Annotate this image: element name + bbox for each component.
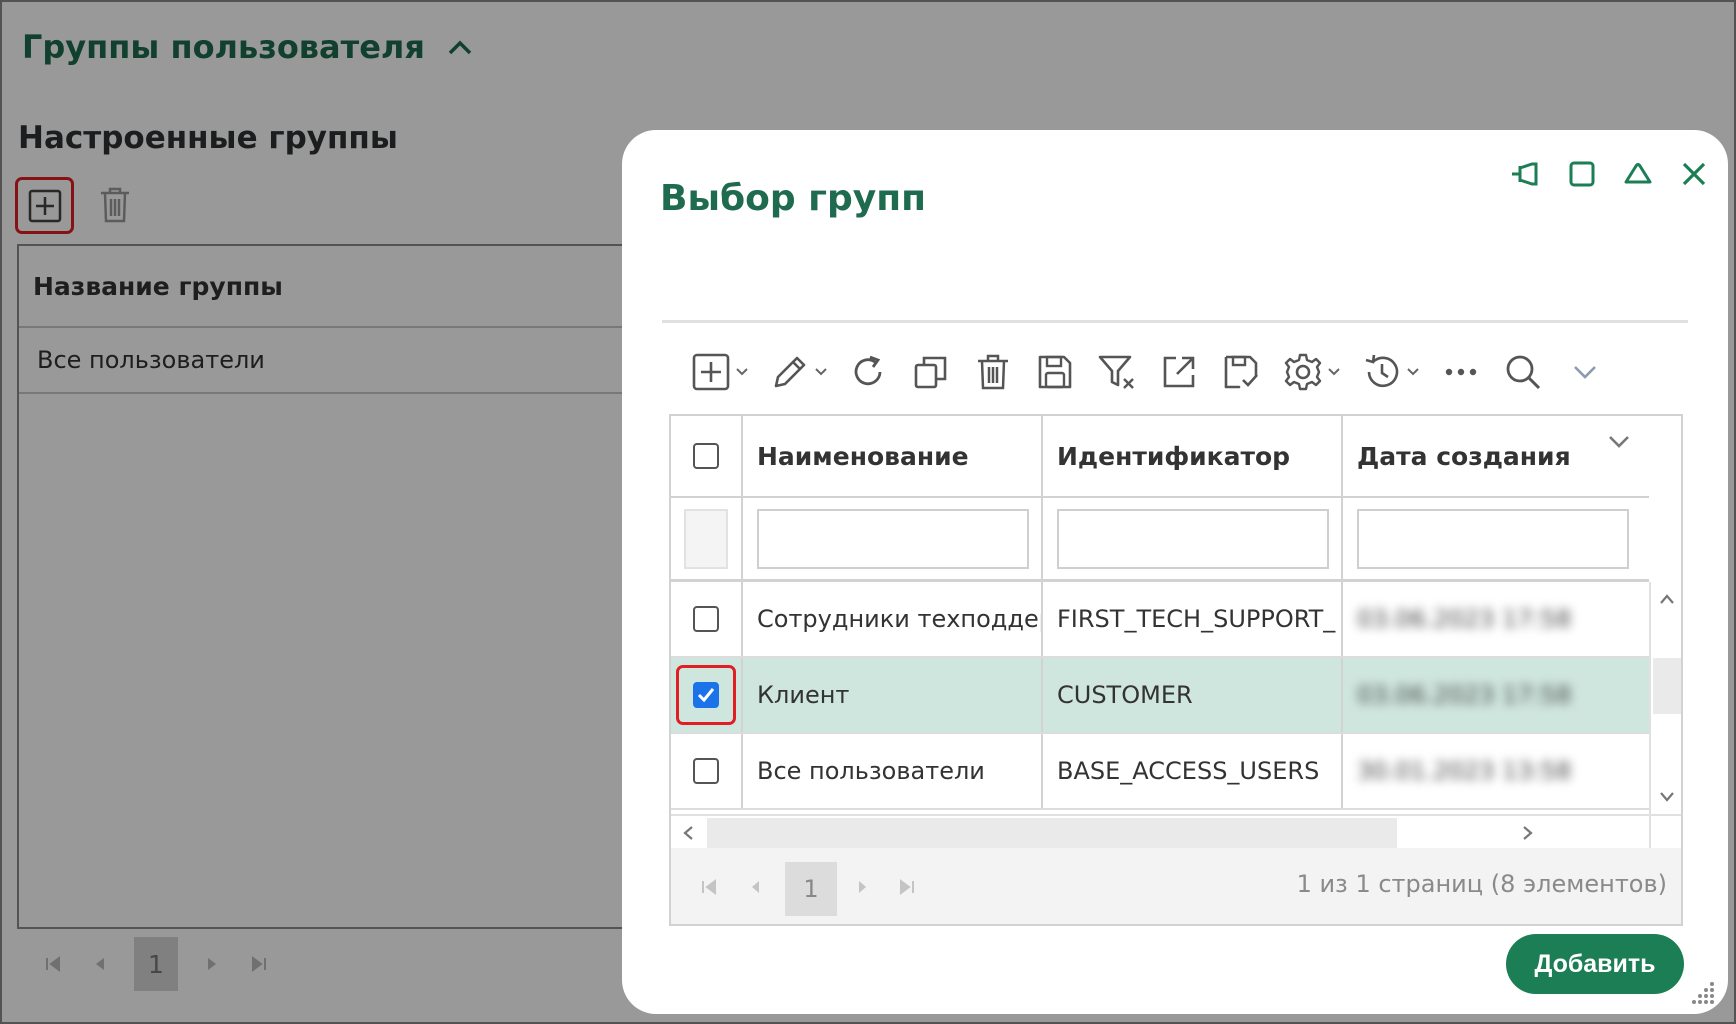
collapse-icon[interactable] — [1622, 158, 1654, 190]
edit-icon — [769, 351, 811, 393]
scroll-left-icon[interactable] — [671, 816, 705, 850]
scroll-right-icon[interactable] — [1511, 816, 1545, 850]
clear-filter-icon — [1096, 351, 1138, 393]
chevron-down-icon — [814, 365, 828, 379]
cell-identifier: FIRST_TECH_SUPPORT_ — [1043, 582, 1343, 656]
select-groups-dialog: Выбор групп Наименование Идентификатор Д… — [622, 130, 1728, 1014]
filter-row — [671, 498, 1649, 582]
horizontal-scrollbar[interactable] — [671, 814, 1649, 848]
search-button[interactable] — [1502, 346, 1544, 398]
filter-input-name[interactable] — [757, 508, 1029, 569]
horizontal-scroll-thumb[interactable] — [707, 818, 1397, 848]
save-icon — [1034, 351, 1076, 393]
clear-filter-button[interactable] — [1096, 346, 1138, 398]
copy-button[interactable] — [910, 346, 952, 398]
first-page-icon[interactable] — [697, 872, 721, 902]
delete-button[interactable] — [972, 346, 1014, 398]
table-row[interactable]: Все пользователи BASE_ACCESS_USERS 30.01… — [671, 734, 1649, 810]
add-button-primary[interactable]: Добавить — [1506, 934, 1684, 994]
history-icon — [1361, 351, 1403, 393]
row-checkbox[interactable] — [693, 606, 719, 632]
resize-grip-icon[interactable] — [1690, 978, 1716, 1004]
settings-button[interactable] — [1282, 346, 1341, 398]
cell-identifier: BASE_ACCESS_USERS — [1043, 734, 1343, 808]
filter-placeholder — [684, 508, 728, 569]
column-header-name[interactable]: Наименование — [743, 416, 1043, 496]
grid-toolbar — [690, 346, 1606, 398]
row-checkbox-checked[interactable] — [693, 682, 719, 708]
add-icon — [690, 351, 732, 393]
cell-name: Сотрудники техподдерж — [743, 582, 1043, 656]
expand-icon — [1564, 351, 1606, 393]
row-select-cell — [671, 658, 743, 732]
grid-body: Сотрудники техподдерж FIRST_TECH_SUPPORT… — [671, 582, 1649, 814]
close-icon[interactable] — [1678, 158, 1710, 190]
chevron-down-icon — [1327, 365, 1341, 379]
next-page-icon[interactable] — [851, 872, 875, 902]
refresh-icon — [848, 351, 890, 393]
chevron-down-icon[interactable] — [1605, 428, 1633, 456]
window-controls — [1510, 158, 1710, 190]
vertical-scroll-thumb[interactable] — [1653, 658, 1681, 714]
filter-cell-identifier — [1043, 498, 1343, 579]
checkmark-icon — [697, 688, 715, 703]
select-all-cell — [671, 416, 743, 496]
history-button[interactable] — [1361, 346, 1420, 398]
filter-input-created[interactable] — [1357, 508, 1629, 569]
more-button[interactable] — [1440, 346, 1482, 398]
scroll-down-icon[interactable] — [1651, 780, 1681, 814]
cell-name: Все пользователи — [743, 734, 1043, 808]
grid-header: Наименование Идентификатор Дата создания — [671, 416, 1649, 498]
import-button[interactable] — [1220, 346, 1262, 398]
cell-created: 03.06.2023 17:58 — [1357, 605, 1572, 633]
column-header-created[interactable]: Дата создания — [1343, 416, 1649, 496]
select-all-checkbox[interactable] — [693, 443, 719, 469]
groups-grid: Наименование Идентификатор Дата создания… — [669, 414, 1683, 926]
filter-input-identifier[interactable] — [1057, 508, 1329, 569]
scrollbar-corner — [1649, 814, 1681, 848]
save-button[interactable] — [1034, 346, 1076, 398]
prev-page-icon[interactable] — [743, 872, 767, 902]
pin-icon[interactable] — [1510, 158, 1542, 190]
cell-created: 30.01.2023 13:58 — [1357, 757, 1572, 785]
expand-button[interactable] — [1564, 346, 1606, 398]
export-icon — [1158, 351, 1200, 393]
row-checkbox[interactable] — [693, 758, 719, 784]
edit-button[interactable] — [769, 346, 828, 398]
settings-icon — [1282, 351, 1324, 393]
row-select-cell — [671, 734, 743, 808]
table-row[interactable]: Сотрудники техподдерж FIRST_TECH_SUPPORT… — [671, 582, 1649, 658]
filter-cell-name — [743, 498, 1043, 579]
copy-icon — [910, 351, 952, 393]
cell-name: Клиент — [743, 658, 1043, 732]
export-button[interactable] — [1158, 346, 1200, 398]
filter-placeholder-cell — [671, 498, 743, 579]
table-row-selected[interactable]: Клиент CUSTOMER 03.06.2023 17:58 — [671, 658, 1649, 734]
scroll-up-icon[interactable] — [1651, 582, 1681, 616]
vertical-scrollbar[interactable] — [1649, 582, 1681, 814]
dialog-divider — [662, 320, 1688, 323]
add-button[interactable] — [690, 346, 749, 398]
grid-pager: 1 1 из 1 страниц (8 элементов) — [671, 848, 1681, 924]
delete-icon — [972, 351, 1014, 393]
filter-cell-created — [1343, 498, 1649, 579]
page-number[interactable]: 1 — [785, 862, 837, 916]
row-select-cell — [671, 582, 743, 656]
pager-info: 1 из 1 страниц (8 элементов) — [1296, 870, 1667, 898]
chevron-down-icon — [1406, 365, 1420, 379]
dialog-title: Выбор групп — [660, 178, 926, 219]
maximize-icon[interactable] — [1566, 158, 1598, 190]
cell-created: 03.06.2023 17:58 — [1357, 681, 1572, 709]
last-page-icon[interactable] — [895, 872, 919, 902]
search-icon — [1502, 351, 1544, 393]
more-icon — [1440, 351, 1482, 393]
refresh-button[interactable] — [848, 346, 890, 398]
import-icon — [1220, 351, 1262, 393]
chevron-down-icon — [735, 365, 749, 379]
checkbox-highlight — [676, 665, 736, 725]
cell-identifier: CUSTOMER — [1043, 658, 1343, 732]
column-header-identifier[interactable]: Идентификатор — [1043, 416, 1343, 496]
column-header-created-label: Дата создания — [1357, 441, 1571, 471]
